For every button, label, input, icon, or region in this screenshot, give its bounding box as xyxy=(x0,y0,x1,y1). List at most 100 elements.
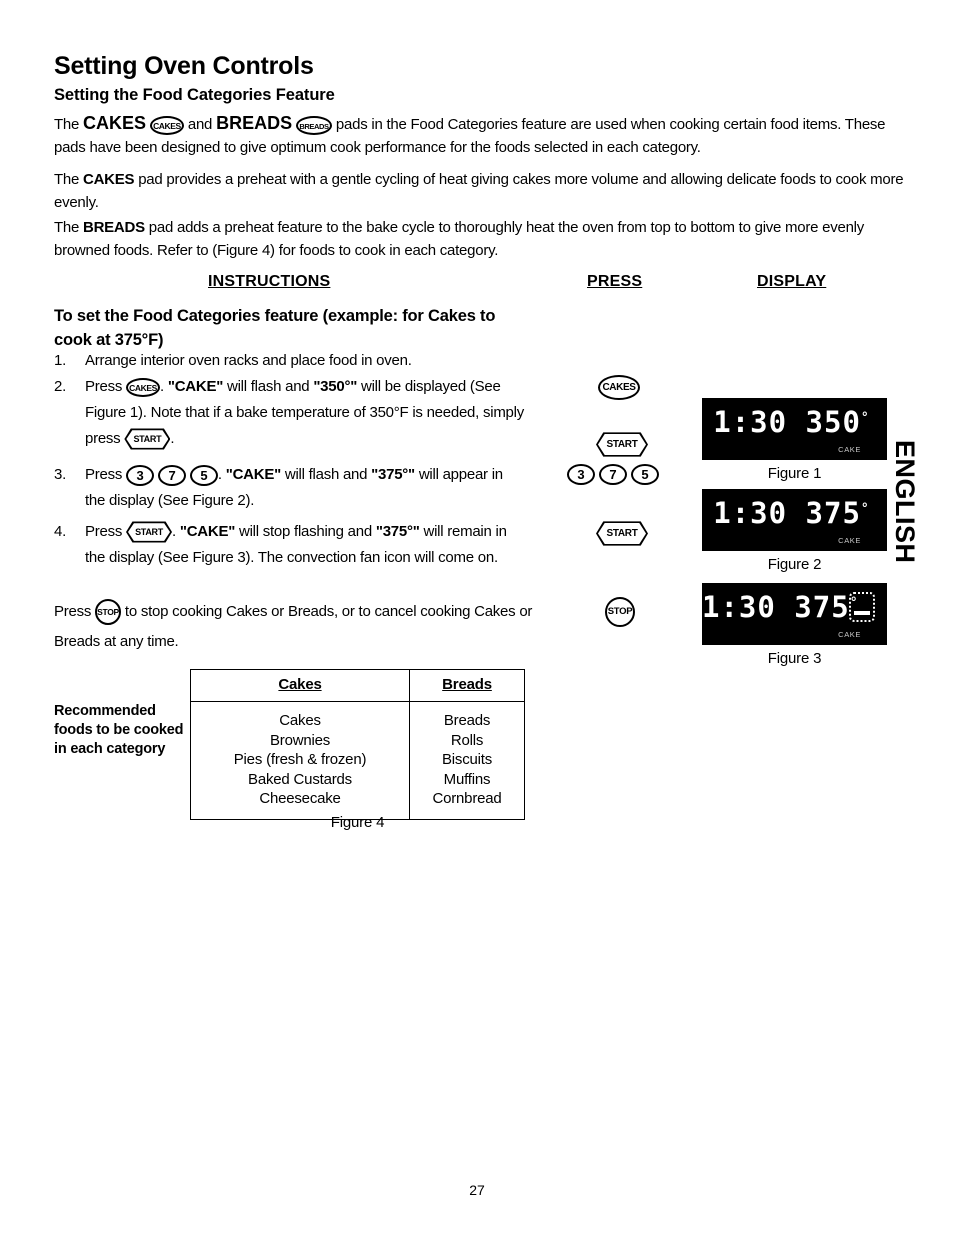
page-number: 27 xyxy=(469,1182,485,1198)
intro-paragraph-1: The CAKES CAKES and BREADS BREADS pads i… xyxy=(54,112,906,159)
list-item: Rolls xyxy=(450,731,484,749)
column-header-instructions: INSTRUCTIONS xyxy=(208,273,331,290)
press-column-stop: STOP xyxy=(605,597,635,627)
table-cell-cakes-list: Cakes Brownies Pies (fresh & frozen) Bak… xyxy=(189,701,411,820)
digit-7-pad-icon: 7 xyxy=(157,464,186,486)
list-item: Muffins xyxy=(443,770,491,788)
step-1-number: 1. xyxy=(54,352,67,369)
cakes-pad-icon: CAKES xyxy=(126,377,161,397)
step-2-text: Press CAKES. "CAKE" will flash and "350°… xyxy=(85,374,524,452)
intro-p3-breads-word: BREADS xyxy=(83,219,145,236)
intro-p2-text-c: pad provides a preheat with a gentle cyc… xyxy=(54,171,904,211)
oven-display-panel: 1:30 375° CAKE xyxy=(702,583,887,645)
step-1-text: Arrange interior oven racks and place fo… xyxy=(85,352,412,369)
recommended-foods-label: Recommended foods to be cooked in each c… xyxy=(54,703,184,757)
step-1: 1. Arrange interior oven racks and place… xyxy=(54,348,524,374)
step-3-text-b: . xyxy=(217,466,226,483)
convection-fan-icon xyxy=(849,592,875,622)
press-column-cakes: CAKES xyxy=(598,375,640,400)
intro-p3-text-a: The xyxy=(54,219,84,236)
digit-7-pad-icon: 7 xyxy=(599,464,627,485)
start-pad-icon: START xyxy=(596,519,648,548)
figure-2-caption: Figure 2 xyxy=(767,556,822,573)
start-pad-icon: START xyxy=(596,430,648,459)
step-2-quote-temp: "350°" xyxy=(313,378,358,395)
breads-pad-icon: BREADS xyxy=(296,115,333,135)
stop-note-text-a: Press xyxy=(54,603,96,620)
start-pad-icon: START xyxy=(126,520,173,545)
intro-p2-text-a: The xyxy=(54,171,84,188)
procedure-heading: To set the Food Categories feature (exam… xyxy=(54,307,496,349)
intro-p1-text-a: The xyxy=(54,116,84,133)
step-3-text-c: will flash and xyxy=(280,466,372,483)
step-4-number: 4. xyxy=(54,523,67,540)
display-figure-2: 1:30 375° CAKE Figure 2 xyxy=(702,489,887,573)
display-mode-label: CAKE xyxy=(838,630,861,639)
intro-p1-text-b: and xyxy=(183,116,217,133)
list-item: Cheesecake xyxy=(259,790,341,807)
step-4-quote-cake: "CAKE" xyxy=(179,523,236,540)
intro-p2-cakes-word: CAKES xyxy=(83,171,135,188)
digit-5-pad-icon: 5 xyxy=(631,464,659,485)
degree-symbol: ° xyxy=(860,410,870,426)
step-3: 3. Press 3 7 5. "CAKE" will flash and "3… xyxy=(54,462,524,514)
figure-1-caption: Figure 1 xyxy=(767,465,822,482)
intro-p1-cakes-word: CAKES xyxy=(83,113,147,133)
oven-display-panel: 1:30 350° CAKE xyxy=(702,398,887,460)
list-item: Pies (fresh & frozen) xyxy=(233,751,367,768)
list-item: Cakes xyxy=(279,712,321,729)
list-item: Cornbread xyxy=(432,790,502,807)
cakes-pad-icon: CAKES xyxy=(598,375,640,400)
list-item: Breads xyxy=(443,712,491,729)
step-4-text-c: will stop flashing and xyxy=(235,523,376,540)
step-4-text-b: . xyxy=(172,523,180,540)
display-mode-label: CAKE xyxy=(838,536,861,545)
press-column-start-2: START xyxy=(596,519,648,548)
step-3-quote-temp: "375°" xyxy=(371,466,415,483)
list-item: Biscuits xyxy=(441,751,493,768)
figure-4-caption: Figure 4 xyxy=(330,814,385,831)
convection-fan-bar xyxy=(854,611,870,615)
table-row: Cakes Brownies Pies (fresh & frozen) Bak… xyxy=(189,701,525,820)
intro-paragraph-3: The BREADS pad adds a preheat feature to… xyxy=(54,216,906,262)
step-2-text-e: . xyxy=(170,430,175,447)
foods-table: Cakes Breads Cakes Brownies Pies (fresh … xyxy=(189,669,525,820)
manual-page: Setting Oven Controls Setting the Food C… xyxy=(0,0,954,1235)
table-header-breads: Breads xyxy=(409,669,525,702)
step-3-number: 3. xyxy=(54,466,67,483)
display-readout: 1:30 375° xyxy=(713,496,870,530)
display-readout: 1:30 375° xyxy=(702,590,859,624)
column-header-display: DISPLAY xyxy=(757,273,827,290)
page-title: Setting Oven Controls xyxy=(54,52,314,80)
display-figure-1: 1:30 350° CAKE Figure 1 xyxy=(702,398,887,482)
stop-pad-icon: STOP xyxy=(605,597,635,627)
stop-note-text-b: to stop cooking Cakes or Breads, or to c… xyxy=(54,603,533,650)
oven-display-panel: 1:30 375° CAKE xyxy=(702,489,887,551)
page-subtitle: Setting the Food Categories Feature xyxy=(54,86,335,104)
digit-3-pad-icon: 3 xyxy=(126,464,155,486)
table-header-row: Cakes Breads xyxy=(189,669,525,702)
stop-pad-icon: STOP xyxy=(95,599,122,626)
step-2-text-a: Press xyxy=(85,378,127,395)
foods-table-wrapper: Cakes Breads Cakes Brownies Pies (fresh … xyxy=(189,669,525,820)
press-column-start-1: START xyxy=(596,430,648,459)
step-4-text-a: Press xyxy=(85,523,127,540)
stop-note: Press STOP to stop cooking Cakes or Brea… xyxy=(54,597,534,657)
digit-5-pad-icon: 5 xyxy=(189,464,218,486)
step-4: 4. Press START. "CAKE" will stop flashin… xyxy=(54,519,524,571)
table-header-cakes: Cakes xyxy=(189,669,411,702)
intro-p1-breads-word: BREADS xyxy=(216,113,293,133)
step-3-quote-cake: "CAKE" xyxy=(225,466,281,483)
list-item: Brownies xyxy=(269,731,331,749)
step-2-number: 2. xyxy=(54,378,67,395)
intro-p3-text-c: pad adds a preheat feature to the bake c… xyxy=(54,219,864,259)
cakes-pad-icon: CAKES xyxy=(149,115,184,135)
step-4-quote-temp: "375°" xyxy=(375,523,420,540)
step-2-quote-cake: "CAKE" xyxy=(167,378,224,395)
table-cell-breads-list: Breads Rolls Biscuits Muffins Cornbread xyxy=(409,701,525,820)
column-header-press: PRESS xyxy=(587,273,643,290)
press-column-digits: 375 xyxy=(567,464,663,485)
step-2-text-b: . xyxy=(160,378,168,395)
step-2: 2. Press CAKES. "CAKE" will flash and "3… xyxy=(54,374,524,452)
display-readout: 1:30 350° xyxy=(713,405,870,439)
